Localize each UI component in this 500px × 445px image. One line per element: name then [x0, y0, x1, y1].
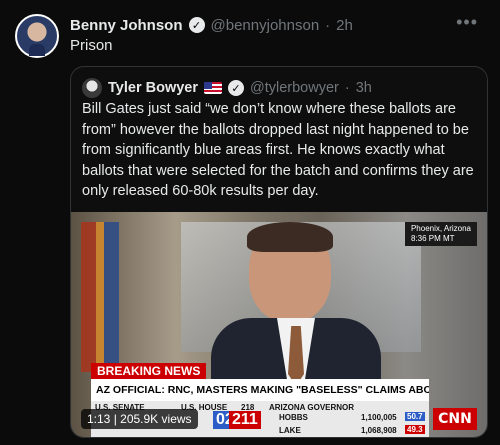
video-player[interactable]: Phoenix, Arizona 8:36 PM MT BREAKING NEW… [71, 212, 487, 437]
quoted-tweet-header: Tyler Bowyer ✓ @tylerbowyer · 3h [82, 78, 372, 98]
arizona-flag [81, 222, 119, 372]
location-badge: Phoenix, Arizona 8:36 PM MT [404, 222, 477, 246]
tweet-header: Benny Johnson ✓ @bennyjohnson · 2h [70, 14, 353, 36]
video-elapsed: 1:13 [87, 412, 111, 426]
quoted-author-handle[interactable]: @tylerbowyer [250, 80, 339, 96]
governor-label: ARIZONA GOVERNOR [269, 403, 355, 412]
verified-badge-icon: ✓ [188, 17, 205, 33]
verified-badge-icon: ✓ [228, 80, 244, 96]
author-name[interactable]: Benny Johnson [70, 17, 183, 34]
more-icon[interactable]: ••• [456, 12, 478, 33]
quoted-author-name[interactable]: Tyler Bowyer [108, 80, 198, 96]
tweet-time[interactable]: 2h [336, 17, 353, 34]
cnn-logo: CNN [433, 408, 477, 430]
separator: · [325, 16, 331, 34]
house-r-value: 211 [229, 411, 261, 429]
tweet-card[interactable]: Benny Johnson ✓ @bennyjohnson · 2h ••• P… [0, 0, 500, 445]
lake-pct: 49.3 [405, 425, 425, 434]
tweet-text: Prison [70, 37, 113, 54]
us-flag-icon [204, 82, 222, 94]
breaking-news-label: BREAKING NEWS [91, 363, 207, 379]
speaker-hair [247, 222, 333, 252]
quoted-tweet-text: Bill Gates just said “we don’t know wher… [82, 101, 474, 199]
video-timer: 1:13 | 205.9K views [81, 409, 198, 429]
quoted-author-avatar[interactable] [82, 78, 102, 98]
hobbs-votes: 1,100,005 [361, 413, 397, 422]
video-views: 205.9K views [120, 412, 192, 426]
location-text: Phoenix, Arizona [410, 224, 471, 233]
quoted-tweet-time[interactable]: 3h [356, 80, 372, 96]
lake-name: LAKE [279, 426, 301, 435]
headline-chyron: AZ OFFICIAL: RNC, MASTERS MAKING "BASELE… [91, 379, 429, 401]
quoted-tweet[interactable]: Tyler Bowyer ✓ @tylerbowyer · 3h Bill Ga… [70, 66, 488, 438]
separator: · [344, 80, 350, 96]
author-avatar[interactable] [15, 14, 59, 58]
lake-votes: 1,068,908 [361, 426, 397, 435]
local-time: 8:36 PM MT [410, 234, 455, 243]
hobbs-pct: 50.7 [405, 412, 425, 421]
author-handle[interactable]: @bennyjohnson [211, 17, 320, 34]
hobbs-name: HOBBS [279, 413, 308, 422]
